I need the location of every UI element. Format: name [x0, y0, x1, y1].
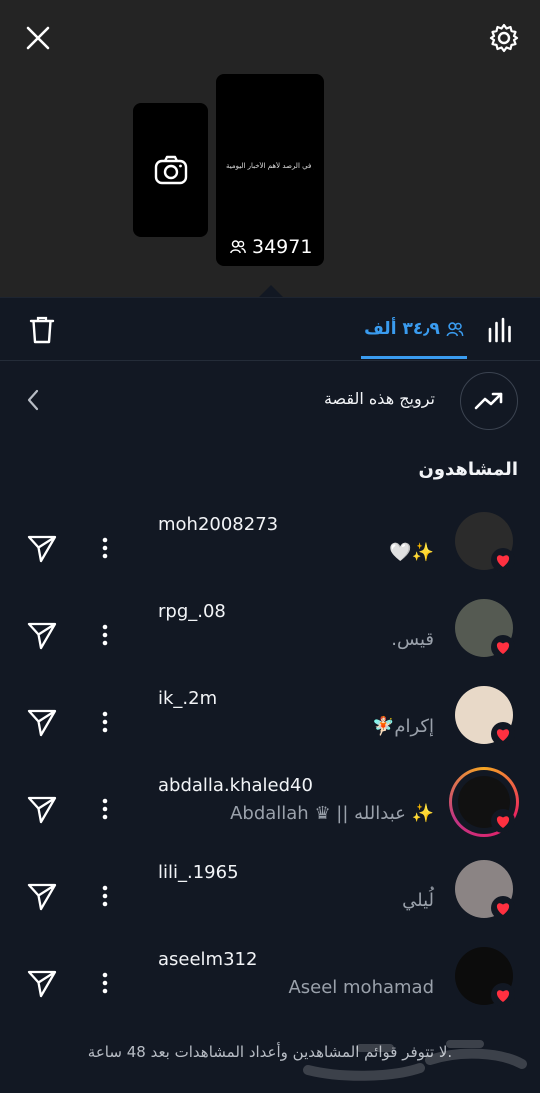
viewer-username[interactable]: lili_.1965	[158, 862, 239, 883]
paper-plane-icon	[27, 535, 57, 563]
more-options-button[interactable]	[96, 619, 114, 651]
viewer-username[interactable]: rpg_.08	[158, 601, 226, 622]
tab-insights[interactable]	[482, 312, 518, 348]
tab-active-indicator	[361, 356, 467, 359]
more-vertical-icon	[102, 537, 108, 559]
send-message-button[interactable]	[26, 793, 58, 825]
more-options-button[interactable]	[96, 706, 114, 738]
liked-heart-badge	[491, 722, 515, 746]
viewer-display-name: قيس.	[391, 629, 434, 650]
story-caption: اهلاً بكم في الرصد لأهم الأخبار اليومية	[226, 162, 314, 170]
viewer-row[interactable]: rpg_.08 قيس.	[0, 597, 540, 677]
trending-up-icon	[474, 392, 503, 410]
paper-plane-icon	[27, 796, 57, 824]
story-preview-area: اهلاً بكم في الرصد لأهم الأخبار اليومية …	[0, 0, 540, 297]
viewer-username[interactable]: aseelm312	[158, 949, 257, 970]
story-insights-tabbar: ٣٤٫٩ ألف	[0, 298, 540, 361]
bar-chart-icon	[488, 317, 511, 343]
send-message-button[interactable]	[26, 706, 58, 738]
add-story-camera-tile[interactable]	[133, 103, 208, 237]
viewer-display-name: ✨🤍	[389, 542, 434, 563]
send-message-button[interactable]	[26, 880, 58, 912]
paper-plane-icon	[27, 883, 57, 911]
heart-icon	[496, 989, 510, 1002]
paper-plane-icon	[27, 970, 57, 998]
more-vertical-icon	[102, 798, 108, 820]
liked-heart-badge	[491, 809, 515, 833]
heart-icon	[496, 554, 510, 567]
more-vertical-icon	[102, 711, 108, 733]
more-options-button[interactable]	[96, 793, 114, 825]
send-message-button[interactable]	[26, 532, 58, 564]
paper-plane-icon	[27, 622, 57, 650]
heart-icon	[496, 641, 510, 654]
more-options-button[interactable]	[96, 532, 114, 564]
viewer-row[interactable]: lili_.1965 لُيلي	[0, 858, 540, 938]
send-message-button[interactable]	[26, 619, 58, 651]
viewer-display-name: Aseel mohamad	[288, 977, 434, 998]
heart-icon	[496, 728, 510, 741]
viewer-username[interactable]: abdalla.khaled40	[158, 775, 313, 796]
story-view-count: 34971	[230, 236, 312, 258]
paper-plane-icon	[27, 709, 57, 737]
promote-story-button[interactable]	[460, 372, 518, 430]
viewer-row[interactable]: ik_.2m إكرام🧚🏻	[0, 684, 540, 764]
viewer-row[interactable]: moh2008273 ✨🤍	[0, 510, 540, 590]
chevron-left-icon	[27, 389, 39, 411]
more-vertical-icon	[102, 885, 108, 907]
viewer-row[interactable]: aseelm312 Aseel mohamad	[0, 945, 540, 1025]
heart-icon	[496, 815, 510, 828]
liked-heart-badge	[491, 635, 515, 659]
close-icon	[26, 26, 50, 50]
settings-gear-icon	[489, 23, 519, 53]
delete-story-button[interactable]	[24, 312, 60, 348]
heart-icon	[496, 902, 510, 915]
more-options-button[interactable]	[96, 880, 114, 912]
tab-viewers-label: ٣٤٫٩ ألف	[364, 319, 440, 339]
trash-icon	[29, 316, 55, 344]
tab-viewers[interactable]: ٣٤٫٩ ألف	[361, 298, 467, 360]
viewer-display-name: إكرام🧚🏻	[371, 716, 434, 737]
promote-chevron	[18, 385, 48, 415]
viewers-icon	[446, 321, 464, 336]
close-button[interactable]	[18, 18, 58, 58]
more-options-button[interactable]	[96, 967, 114, 999]
viewer-username[interactable]: ik_.2m	[158, 688, 217, 709]
settings-button[interactable]	[484, 18, 524, 58]
liked-heart-badge	[491, 548, 515, 572]
viewer-row[interactable]: abdalla.khaled40 ✨ عبدالله || ♛ Abdallah	[0, 767, 540, 851]
viewer-display-name: ✨ عبدالله || ♛ Abdallah	[230, 803, 434, 824]
watermark-logo	[303, 1040, 527, 1081]
story-thumbnail[interactable]: اهلاً بكم في الرصد لأهم الأخبار اليومية …	[216, 74, 324, 266]
camera-icon	[154, 155, 187, 185]
viewer-display-name: لُيلي	[402, 890, 434, 911]
promote-story-row[interactable]: ترويج هذه القصة	[0, 365, 540, 437]
liked-heart-badge	[491, 983, 515, 1007]
promote-story-label: ترويج هذه القصة	[323, 389, 435, 408]
more-vertical-icon	[102, 972, 108, 994]
viewers-section-title: المشاهدون	[418, 459, 518, 480]
liked-heart-badge	[491, 896, 515, 920]
send-message-button[interactable]	[26, 967, 58, 999]
viewers-icon	[230, 240, 246, 254]
viewer-username[interactable]: moh2008273	[158, 514, 278, 535]
story-view-count-value: 34971	[252, 236, 313, 258]
more-vertical-icon	[102, 624, 108, 646]
